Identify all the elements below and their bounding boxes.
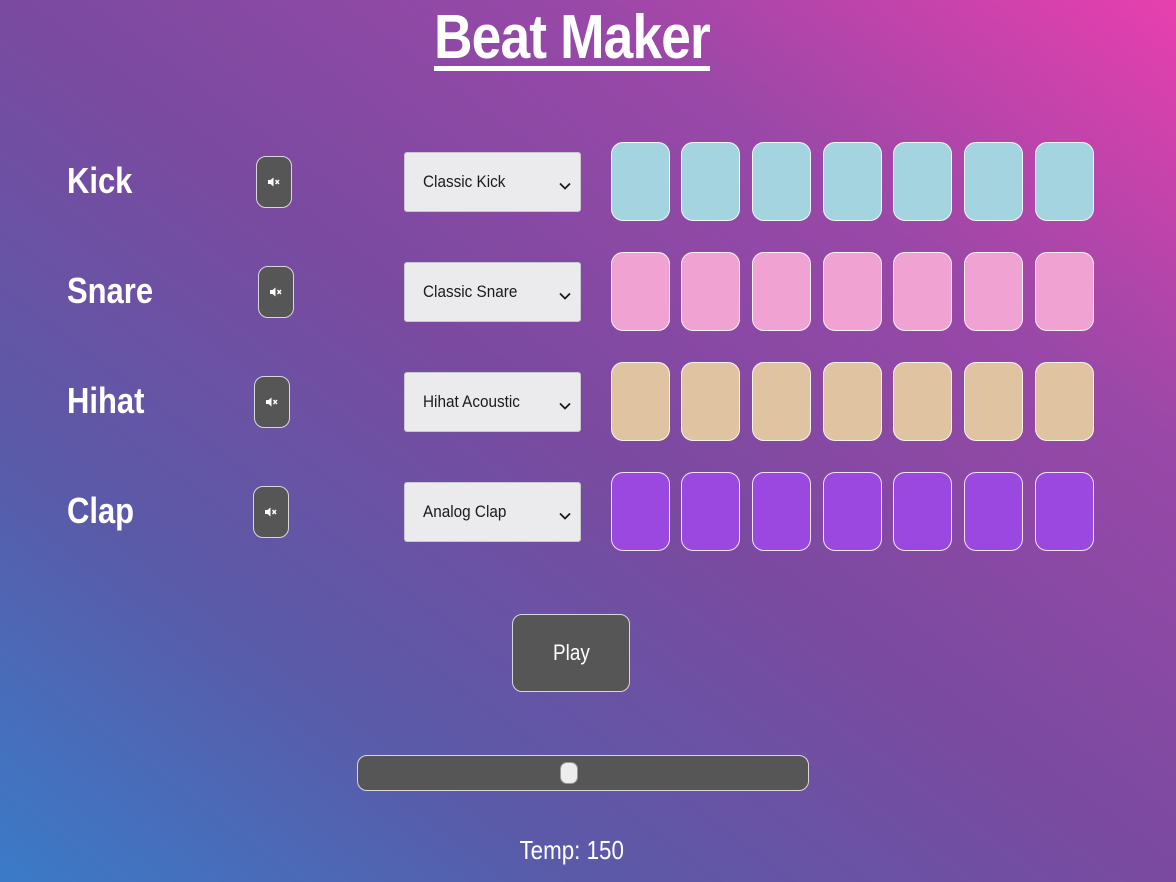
sound-select-value: Classic Snare [423,282,518,301]
track-name: Clap [67,490,135,531]
mute-button-kick[interactable] [256,156,292,208]
step-pad-clap-1[interactable] [611,472,670,551]
tempo-slider[interactable] [357,755,809,791]
app-title: Beat Maker [80,2,1064,73]
step-pad-hihat-5[interactable] [893,362,952,441]
play-button[interactable]: Play [512,614,630,692]
speaker-mute-icon [268,177,280,187]
step-pad-kick-2[interactable] [681,142,740,221]
step-pad-snare-5[interactable] [893,252,952,331]
speaker-mute-icon [270,287,282,297]
step-pad-snare-4[interactable] [823,252,882,331]
sound-select-hihat[interactable]: Hihat Acoustic [404,372,581,432]
step-pad-hihat-3[interactable] [752,362,811,441]
step-pad-kick-7[interactable] [1035,142,1094,221]
app-title-text: Beat Maker [434,3,711,72]
track-name: Hihat [67,380,145,421]
mute-button-snare[interactable] [258,266,294,318]
sound-select-value: Classic Kick [423,172,506,191]
step-pad-clap-4[interactable] [823,472,882,551]
step-pad-hihat-4[interactable] [823,362,882,441]
chevron-down-icon [559,507,571,525]
sound-select-kick[interactable]: Classic Kick [404,152,581,212]
track-name: Snare [67,270,154,311]
step-pad-hihat-1[interactable] [611,362,670,441]
step-pad-kick-5[interactable] [893,142,952,221]
sound-select-snare[interactable]: Classic Snare [404,262,581,322]
step-pad-clap-3[interactable] [752,472,811,551]
mute-button-hihat[interactable] [254,376,290,428]
sound-select-clap[interactable]: Analog Clap [404,482,581,542]
step-pad-kick-6[interactable] [964,142,1023,221]
mute-button-clap[interactable] [253,486,289,538]
step-pad-clap-7[interactable] [1035,472,1094,551]
step-pad-kick-3[interactable] [752,142,811,221]
chevron-down-icon [559,287,571,305]
track-row-clap: Clap Analog Clap [0,472,1176,552]
tempo-readout: Temp: 150 [0,835,1144,866]
tempo-readout-text: Temp: 150 [519,835,625,865]
track-row-snare: Snare Classic Snare [0,252,1176,332]
step-pad-snare-6[interactable] [964,252,1023,331]
chevron-down-icon [559,177,571,195]
step-pad-hihat-7[interactable] [1035,362,1094,441]
step-pad-hihat-2[interactable] [681,362,740,441]
chevron-down-icon [559,397,571,415]
step-pad-clap-5[interactable] [893,472,952,551]
step-pad-kick-4[interactable] [823,142,882,221]
speaker-mute-icon [266,397,278,407]
step-pad-clap-2[interactable] [681,472,740,551]
step-pad-snare-2[interactable] [681,252,740,331]
track-row-hihat: Hihat Hihat Acoustic [0,362,1176,442]
step-pad-snare-3[interactable] [752,252,811,331]
tempo-slider-thumb[interactable] [559,762,578,784]
speaker-mute-icon [265,507,277,517]
step-pad-snare-7[interactable] [1035,252,1094,331]
sound-select-value: Hihat Acoustic [423,392,520,411]
track-name: Kick [67,160,133,201]
track-row-kick: Kick Classic Kick [0,142,1176,222]
step-pad-clap-6[interactable] [964,472,1023,551]
step-pad-kick-1[interactable] [611,142,670,221]
sound-select-value: Analog Clap [423,502,507,521]
step-pad-hihat-6[interactable] [964,362,1023,441]
step-pad-snare-1[interactable] [611,252,670,331]
play-button-label: Play [552,640,590,665]
